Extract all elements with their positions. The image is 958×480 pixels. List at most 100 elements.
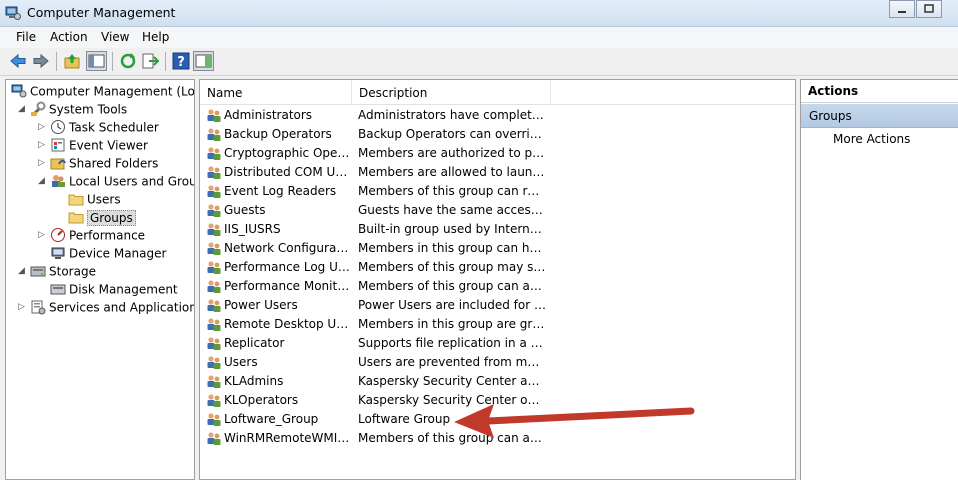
help-icon[interactable]: ?: [172, 52, 190, 70]
tree-node-services-and-applications[interactable]: ▷ Services and Applications: [18, 298, 195, 316]
group-icon: [207, 128, 221, 141]
tree-node-label: Device Manager: [69, 246, 167, 261]
toolbar-separator: [112, 52, 113, 71]
tree-node-computer-management-local[interactable]: Computer Management (Local: [11, 82, 195, 100]
group-name: Loftware_Group: [224, 412, 319, 426]
tree-node-local-users-and-groups[interactable]: ◢ Local Users and Groups: [38, 172, 194, 190]
table-row[interactable]: Performance Monitor ... Members of this g…: [200, 277, 795, 296]
menu-file[interactable]: File: [16, 30, 36, 44]
column-header-name[interactable]: Name: [200, 80, 352, 104]
show-hide-action-pane-icon[interactable]: [193, 51, 214, 71]
table-row[interactable]: Administrators Administrators have comple…: [200, 106, 795, 125]
toolbar-separator: [165, 52, 166, 71]
shared-folders-icon: [50, 158, 66, 169]
table-row[interactable]: Users Users are prevented from making ...: [200, 353, 795, 372]
table-row[interactable]: Power Users Power Users are included for …: [200, 296, 795, 315]
group-description: Supports file replication in a dom...: [358, 336, 546, 350]
table-row[interactable]: Replicator Supports file replication in a…: [200, 334, 795, 353]
tree-node-shared-folders[interactable]: ▷ Shared Folders: [38, 154, 159, 172]
tree-node-disk-management[interactable]: Disk Management: [50, 280, 178, 298]
table-row[interactable]: Performance Log Users Members of this gro…: [200, 258, 795, 277]
tree-node-performance[interactable]: ▷ Performance: [38, 226, 145, 244]
table-row[interactable]: IIS_IUSRS Built-in group used by Internet…: [200, 220, 795, 239]
export-list-icon[interactable]: [141, 52, 159, 70]
group-icon: [207, 204, 221, 217]
toolbar-separator: [56, 52, 57, 71]
up-folder-icon[interactable]: [63, 52, 81, 70]
back-arrow-icon[interactable]: [9, 52, 27, 70]
maximize-button[interactable]: [916, 0, 942, 18]
show-hide-console-tree-icon[interactable]: [86, 51, 107, 71]
tree-node-groups[interactable]: Groups: [68, 208, 136, 226]
table-row[interactable]: Cryptographic Operat... Members are autho…: [200, 144, 795, 163]
group-name: Distributed COM Users: [224, 165, 352, 179]
tree-node-label: Computer Management (Local: [30, 84, 195, 99]
collapse-arrow-icon[interactable]: ◢: [38, 172, 48, 190]
performance-icon: [51, 227, 65, 242]
group-name: KLAdmins: [224, 374, 284, 388]
table-row[interactable]: Distributed COM Users Members are allowed…: [200, 163, 795, 182]
table-row[interactable]: Guests Guests have the same access as m..…: [200, 201, 795, 220]
group-name: Users: [224, 355, 258, 369]
tree-node-event-viewer[interactable]: ▷ Event Viewer: [38, 136, 148, 154]
tree-node-label: Disk Management: [69, 282, 178, 297]
group-name: Backup Operators: [224, 127, 332, 141]
system-tools-icon: [31, 101, 46, 116]
group-name: KLOperators: [224, 393, 299, 407]
tree-node-device-manager[interactable]: Device Manager: [50, 244, 166, 262]
tree-node-label: Storage: [49, 264, 96, 279]
folder-icon: [68, 194, 84, 205]
expand-arrow-icon[interactable]: ▷: [38, 154, 48, 172]
minimize-button[interactable]: [889, 0, 915, 18]
group-description: Members of this group can read e...: [358, 184, 546, 198]
group-name: Event Log Readers: [224, 184, 337, 198]
group-description: Backup Operators can override se...: [358, 127, 546, 141]
tree-node-label: Services and Applications: [49, 300, 195, 315]
group-description: Administrators have complete an...: [358, 108, 546, 122]
expand-arrow-icon[interactable]: ▷: [38, 118, 48, 136]
expand-arrow-icon[interactable]: ▷: [18, 298, 28, 316]
services-icon: [31, 300, 46, 314]
forward-arrow-icon[interactable]: [32, 52, 50, 70]
refresh-icon[interactable]: [119, 52, 137, 70]
tree-node-label: System Tools: [49, 102, 128, 117]
table-row[interactable]: Network Configuratio... Members in this g…: [200, 239, 795, 258]
group-icon: [207, 356, 221, 369]
tree-node-system-tools[interactable]: ◢ System Tools: [18, 100, 128, 118]
group-icon: [207, 375, 221, 388]
group-name: Replicator: [224, 336, 285, 350]
minimize-icon: [898, 11, 906, 13]
group-name: Remote Desktop Users: [224, 317, 352, 331]
group-icon: [207, 223, 221, 236]
group-description: Built-in group used by Internet Inf...: [358, 222, 546, 236]
table-row[interactable]: Event Log Readers Members of this group c…: [200, 182, 795, 201]
group-description: Power Users are included for back...: [358, 298, 546, 312]
collapse-arrow-icon[interactable]: ◢: [18, 262, 28, 280]
svg-text:?: ?: [177, 55, 185, 70]
tree-node-storage[interactable]: ◢ Storage: [18, 262, 96, 280]
menu-view[interactable]: View: [101, 30, 129, 44]
group-name: Power Users: [224, 298, 298, 312]
console-tree[interactable]: Computer Management (Local ◢ System Tools ▷…: [5, 79, 195, 480]
table-row[interactable]: Remote Desktop Users Members in this grou…: [200, 315, 795, 334]
tree-node-label: Local Users and Groups: [69, 174, 194, 189]
disk-management-icon: [50, 284, 66, 294]
tree-node-task-scheduler[interactable]: ▷ Task Scheduler: [38, 118, 159, 136]
group-description: Members in this group can have s...: [358, 241, 546, 255]
actions-group-header[interactable]: Groups: [801, 104, 958, 128]
group-icon: [207, 147, 221, 160]
menu-bar: File Action View Help: [0, 27, 958, 49]
collapse-arrow-icon[interactable]: ◢: [18, 100, 28, 118]
expand-arrow-icon[interactable]: ▷: [38, 226, 48, 244]
tree-node-label: Shared Folders: [69, 156, 159, 171]
table-row[interactable]: Backup Operators Backup Operators can ove…: [200, 125, 795, 144]
tree-node-users[interactable]: Users: [68, 190, 121, 208]
more-actions-link[interactable]: More Actions: [833, 131, 910, 147]
actions-pane: Actions Groups More Actions: [800, 79, 958, 480]
table-row[interactable]: KLAdmins Kaspersky Security Center admini…: [200, 372, 795, 391]
expand-arrow-icon[interactable]: ▷: [38, 136, 48, 154]
menu-action[interactable]: Action: [50, 30, 88, 44]
group-description: Members in this group are grante...: [358, 317, 546, 331]
menu-help[interactable]: Help: [142, 30, 169, 44]
column-header-description[interactable]: Description: [352, 80, 551, 104]
